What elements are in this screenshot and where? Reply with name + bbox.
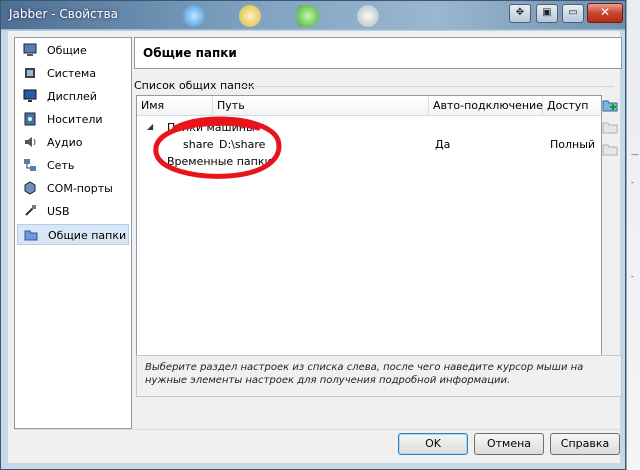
cancel-button[interactable]: Отмена — [474, 433, 544, 455]
table-row-access[interactable]: Полный — [550, 138, 595, 151]
shared-folders-icon — [24, 230, 38, 241]
shared-folders-table[interactable]: Имя Путь Авто-подключение Доступ ◢ Папки… — [136, 95, 602, 371]
sidebar-item-label: Дисплей — [47, 90, 97, 103]
sidebar-item-label: Носители — [47, 113, 103, 126]
help-info-box: Выберите раздел настроек из списка слева… — [136, 355, 622, 397]
table-row-name[interactable]: share — [183, 138, 214, 151]
sidebar-item-storage[interactable]: Носители — [17, 109, 129, 130]
maximize-icon[interactable]: ▭ — [562, 4, 584, 23]
sidebar-item-label: Система — [47, 67, 97, 80]
sidebar-item-serial-ports[interactable]: COM-порты — [17, 178, 129, 199]
sidebar-item-general[interactable]: Общие — [17, 40, 129, 61]
group-row-transient-folders[interactable]: Временные папки — [167, 155, 272, 168]
column-header-path[interactable]: Путь — [213, 96, 429, 116]
taskbar-gray-icon — [357, 5, 379, 27]
storage-icon — [24, 112, 36, 126]
table-row-path[interactable]: D:\share — [219, 138, 265, 151]
sidebar-item-network[interactable]: Сеть — [17, 155, 129, 176]
window-title: Jabber - Свойства — [9, 7, 119, 21]
expand-arrow-icon[interactable]: ◢ — [147, 122, 153, 131]
group-divider — [242, 86, 614, 87]
sidebar-item-label: Аудио — [47, 136, 83, 149]
add-shared-folder-icon[interactable] — [602, 97, 618, 113]
remove-shared-folder-icon[interactable] — [602, 141, 618, 157]
usb-icon — [25, 205, 36, 216]
settings-category-list: Общие Система Дисплей Носители Аудио Сет… — [14, 37, 132, 429]
sidebar-item-label: Общие папки — [48, 229, 127, 242]
dialog-body: Общие Система Дисплей Носители Аудио Сет… — [8, 31, 622, 463]
general-icon — [23, 43, 37, 56]
display-icon — [23, 89, 37, 102]
serial-ports-icon — [24, 181, 36, 195]
edit-shared-folder-icon[interactable] — [602, 119, 618, 135]
shared-folders-list-label: Список общих папок — [134, 79, 255, 92]
sidebar-item-display[interactable]: Дисплей — [17, 86, 129, 107]
page-title: Общие папки — [143, 46, 237, 60]
close-icon[interactable]: ✕ — [587, 3, 623, 23]
desktop-background: — - - — [626, 0, 640, 470]
minimize-icon[interactable]: ▣ — [536, 4, 558, 23]
column-header-access[interactable]: Доступ — [543, 96, 601, 116]
sidebar-item-shared-folders[interactable]: Общие папки — [17, 224, 129, 245]
sidebar-item-system[interactable]: Система — [17, 63, 129, 84]
network-icon — [24, 159, 36, 171]
ok-button[interactable]: OK — [398, 433, 468, 455]
audio-icon — [25, 137, 36, 147]
sidebar-item-label: USB — [47, 205, 70, 218]
column-header-auto-mount[interactable]: Авто-подключение — [429, 96, 543, 116]
section-header: Общие папки — [134, 37, 622, 69]
taskbar-yellow-icon — [239, 5, 261, 27]
sidebar-item-usb[interactable]: USB — [17, 201, 129, 222]
group-row-machine-folders[interactable]: Папки машины — [167, 121, 255, 134]
title-bar[interactable]: Jabber - Свойства ✥ ▣ ▭ ✕ — [1, 1, 625, 29]
column-header-name[interactable]: Имя — [137, 96, 213, 116]
settings-window: Jabber - Свойства ✥ ▣ ▭ ✕ Общие Система … — [0, 0, 626, 470]
sidebar-item-label: COM-порты — [47, 182, 113, 195]
taskbar-green-arrow-icon — [297, 5, 319, 27]
button-divider — [14, 429, 620, 430]
sidebar-item-audio[interactable]: Аудио — [17, 132, 129, 153]
taskbar-blue-icon — [183, 5, 205, 27]
sidebar-item-label: Общие — [47, 44, 87, 57]
help-button[interactable]: Справка — [550, 433, 620, 455]
move-icon[interactable]: ✥ — [509, 4, 531, 23]
table-row-auto-mount[interactable]: Да — [435, 138, 450, 151]
sidebar-item-label: Сеть — [47, 159, 75, 172]
system-icon — [25, 68, 35, 78]
